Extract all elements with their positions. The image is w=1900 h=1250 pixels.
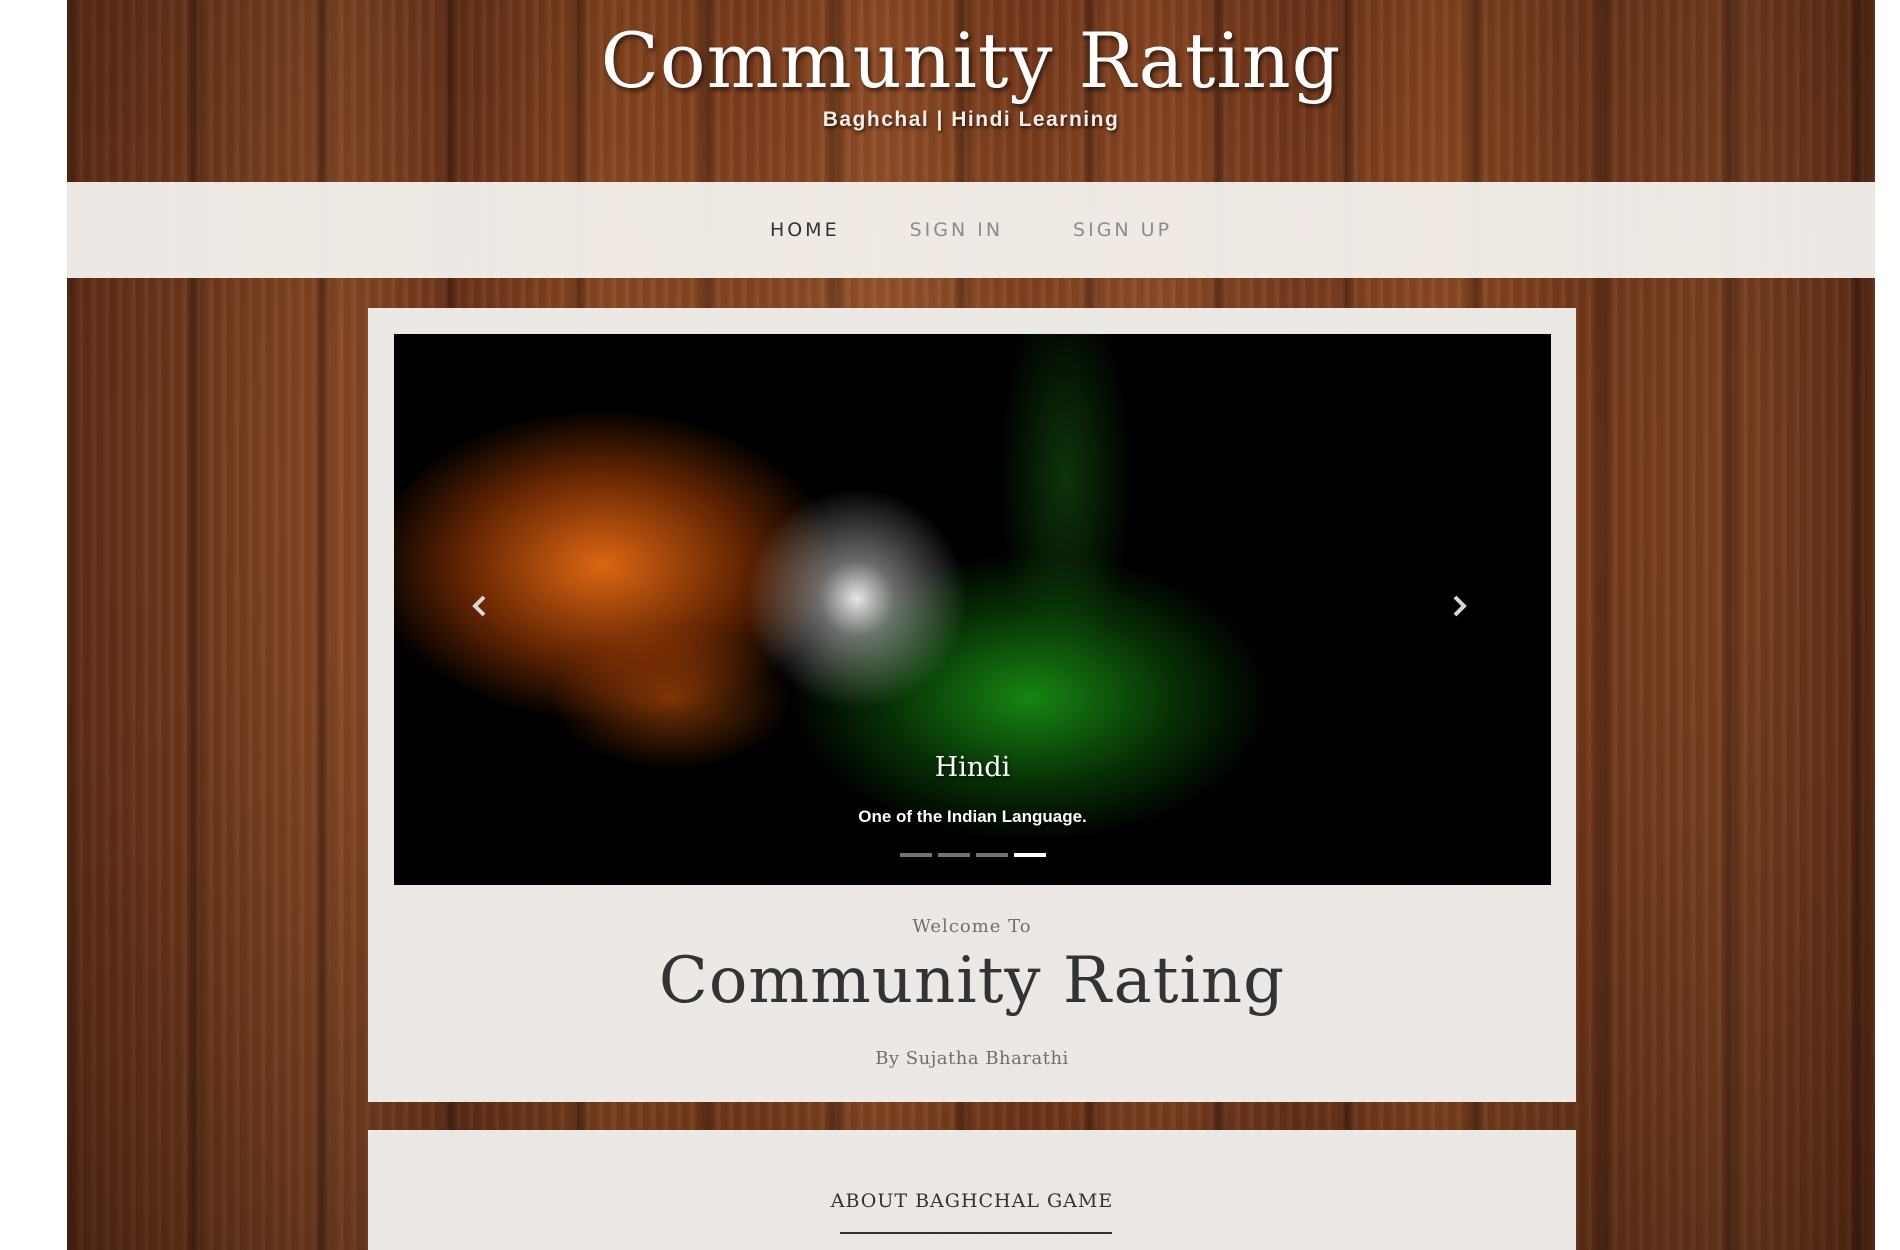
about-heading-divider	[840, 1232, 1112, 1234]
welcome-intro: Welcome To	[912, 916, 1032, 937]
nav-home-link[interactable]: HOME	[735, 219, 875, 241]
carousel-caption-text: One of the Indian Language.	[858, 807, 1087, 826]
welcome-panel: Hindi One of the Indian Language. Welcom…	[368, 308, 1576, 1102]
carousel-next-button[interactable]	[1439, 586, 1479, 626]
chevron-left-icon	[472, 595, 486, 617]
welcome-byline: By Sujatha Bharathi	[875, 1048, 1069, 1069]
carousel-slide-image	[394, 334, 1551, 885]
carousel-prev-button[interactable]	[460, 586, 500, 626]
carousel-indicator-active[interactable]	[1013, 853, 1046, 857]
about-panel: ABOUT BAGHCHAL GAME	[368, 1130, 1576, 1250]
carousel-caption-title: Hindi	[934, 752, 1011, 783]
image-carousel[interactable]: Hindi One of the Indian Language.	[394, 334, 1551, 885]
carousel-indicator[interactable]	[899, 853, 932, 857]
chevron-right-icon	[1453, 595, 1467, 617]
site-header: Community Rating Baghchal | Hindi Learni…	[67, 0, 1875, 182]
carousel-indicators	[394, 853, 1551, 857]
carousel-indicator[interactable]	[937, 853, 970, 857]
site-subtitle: Baghchal | Hindi Learning	[822, 108, 1120, 131]
about-heading: ABOUT BAGHCHAL GAME	[830, 1190, 1114, 1212]
welcome-title: Community Rating	[658, 944, 1286, 1018]
carousel-indicator[interactable]	[975, 853, 1008, 857]
page-background: Community Rating Baghchal | Hindi Learni…	[67, 0, 1875, 1250]
nav-sign-in-link[interactable]: SIGN IN	[875, 219, 1038, 241]
site-title: Community Rating	[600, 16, 1342, 105]
main-navbar: HOME SIGN IN SIGN UP	[67, 182, 1875, 278]
nav-sign-up-link[interactable]: SIGN UP	[1038, 219, 1207, 241]
